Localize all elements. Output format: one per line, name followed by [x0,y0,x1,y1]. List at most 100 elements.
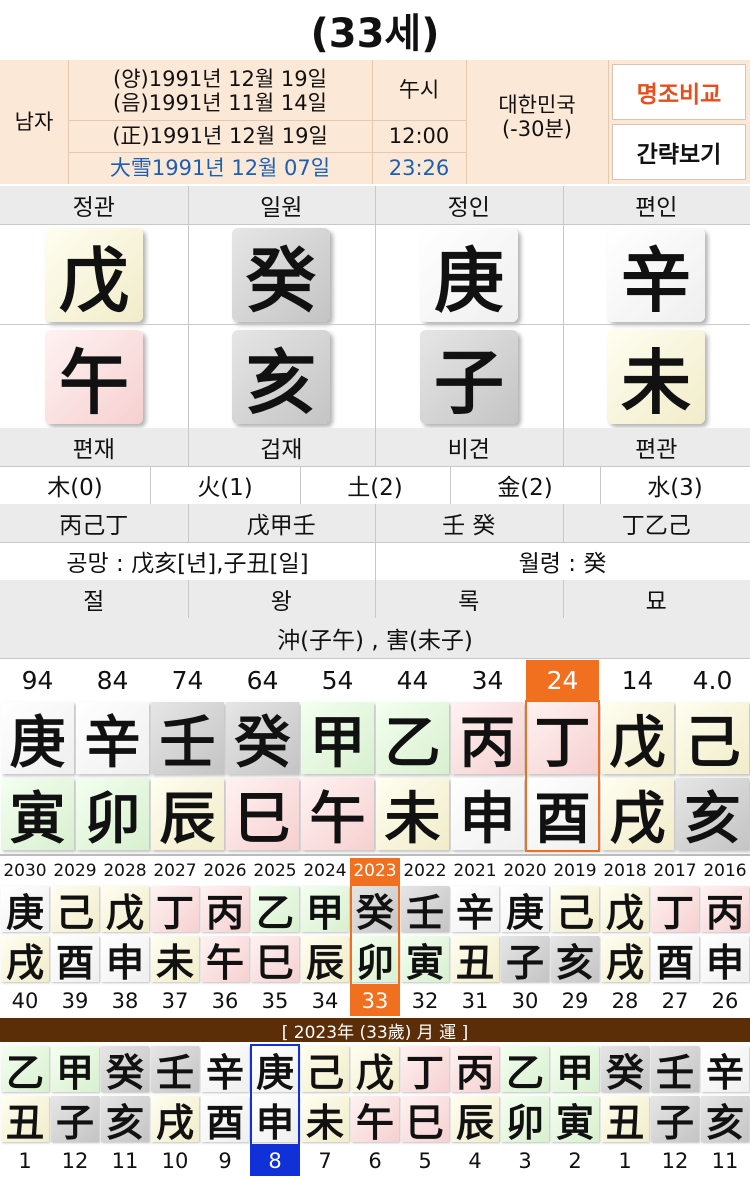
daeun-branch[interactable]: 未 [376,778,449,852]
wolun-stem[interactable]: 癸 [101,1046,149,1095]
seun-branch[interactable]: 午 [201,936,249,985]
daeun-stem[interactable]: 辛 [76,702,149,776]
seun-year[interactable]: 2023 [350,858,400,884]
stem-tile[interactable]: 辛 [607,228,705,322]
wolun-stem[interactable]: 壬 [651,1046,699,1095]
wolun-stem[interactable]: 壬 [151,1046,199,1095]
seun-branch[interactable]: 酉 [651,936,699,985]
seun-stem[interactable]: 丙 [201,886,249,935]
wolun-month[interactable]: 3 [500,1146,550,1176]
compare-button[interactable]: 명조비교 [612,64,746,120]
daeun-age[interactable]: 44 [376,660,449,700]
daeun-stem[interactable]: 壬 [151,702,224,776]
seun-year[interactable]: 2030 [0,858,50,884]
stem-tile[interactable]: 癸 [232,228,330,322]
seun-stem[interactable]: 己 [51,886,99,935]
seun-age[interactable]: 31 [450,986,500,1016]
daeun-branch[interactable]: 巳 [226,778,299,852]
wolun-branch[interactable]: 亥 [101,1096,149,1145]
seun-stem[interactable]: 甲 [301,886,349,935]
wolun-stem[interactable]: 丙 [451,1046,499,1095]
seun-branch[interactable]: 未 [151,936,199,985]
wolun-month[interactable]: 1 [600,1146,650,1176]
daeun-branch[interactable]: 戌 [601,778,674,852]
stem-tile[interactable]: 戊 [45,228,143,322]
wolun-branch[interactable]: 未 [301,1096,349,1145]
daeun-age[interactable]: 94 [1,660,74,700]
seun-age[interactable]: 32 [400,986,450,1016]
branch-tile[interactable]: 午 [45,330,143,424]
daeun-branch[interactable]: 午 [301,778,374,852]
seun-year[interactable]: 2020 [500,858,550,884]
daeun-age[interactable]: 54 [301,660,374,700]
seun-branch[interactable]: 巳 [251,936,299,985]
wolun-branch[interactable]: 丑 [1,1096,49,1145]
daeun-age[interactable]: 34 [451,660,524,700]
seun-stem[interactable]: 癸 [351,886,399,935]
seun-age[interactable]: 27 [650,986,700,1016]
seun-age[interactable]: 35 [250,986,300,1016]
stem-tile[interactable]: 庚 [420,228,518,322]
seun-branch[interactable]: 申 [701,936,749,985]
wolun-branch[interactable]: 巳 [401,1096,449,1145]
wolun-stem[interactable]: 甲 [51,1046,99,1095]
wolun-branch[interactable]: 午 [351,1096,399,1145]
wolun-stem[interactable]: 癸 [601,1046,649,1095]
wolun-stem[interactable]: 辛 [201,1046,249,1095]
seun-year[interactable]: 2027 [150,858,200,884]
wolun-stem[interactable]: 己 [301,1046,349,1095]
wolun-month[interactable]: 8 [250,1146,300,1176]
wolun-branch[interactable]: 卯 [501,1096,549,1145]
seun-year[interactable]: 2024 [300,858,350,884]
wolun-month[interactable]: 5 [400,1146,450,1176]
seun-age[interactable]: 36 [200,986,250,1016]
seun-age[interactable]: 37 [150,986,200,1016]
seun-stem[interactable]: 丁 [151,886,199,935]
wolun-month[interactable]: 9 [200,1146,250,1176]
seun-branch[interactable]: 辰 [301,936,349,985]
seun-year[interactable]: 2021 [450,858,500,884]
seun-branch[interactable]: 亥 [551,936,599,985]
wolun-branch[interactable]: 丑 [601,1096,649,1145]
seun-year[interactable]: 2018 [600,858,650,884]
seun-year[interactable]: 2016 [700,858,750,884]
seun-stem[interactable]: 辛 [451,886,499,935]
wolun-branch[interactable]: 子 [651,1096,699,1145]
seun-age[interactable]: 30 [500,986,550,1016]
wolun-month[interactable]: 11 [700,1146,750,1176]
wolun-month[interactable]: 12 [50,1146,100,1176]
wolun-stem[interactable]: 甲 [551,1046,599,1095]
daeun-stem[interactable]: 己 [676,702,749,776]
seun-age[interactable]: 28 [600,986,650,1016]
seun-stem[interactable]: 戊 [101,886,149,935]
seun-age[interactable]: 38 [100,986,150,1016]
seun-year[interactable]: 2022 [400,858,450,884]
seun-age[interactable]: 26 [700,986,750,1016]
seun-year[interactable]: 2017 [650,858,700,884]
wolun-month[interactable]: 4 [450,1146,500,1176]
seun-stem[interactable]: 乙 [251,886,299,935]
daeun-stem[interactable]: 甲 [301,702,374,776]
branch-tile[interactable]: 子 [420,330,518,424]
daeun-age[interactable]: 64 [226,660,299,700]
seun-age[interactable]: 33 [350,986,400,1016]
seun-age[interactable]: 29 [550,986,600,1016]
seun-branch[interactable]: 丑 [451,936,499,985]
daeun-stem[interactable]: 癸 [226,702,299,776]
daeun-stem[interactable]: 乙 [376,702,449,776]
seun-stem[interactable]: 丙 [701,886,749,935]
daeun-stem[interactable]: 庚 [1,702,74,776]
branch-tile[interactable]: 亥 [232,330,330,424]
wolun-month[interactable]: 7 [300,1146,350,1176]
daeun-age[interactable]: 4.0 [676,660,749,700]
wolun-month[interactable]: 6 [350,1146,400,1176]
daeun-branch[interactable]: 酉 [526,778,599,852]
wolun-branch[interactable]: 寅 [551,1096,599,1145]
seun-branch[interactable]: 戌 [601,936,649,985]
daeun-stem[interactable]: 丙 [451,702,524,776]
branch-tile[interactable]: 未 [607,330,705,424]
daeun-stem[interactable]: 丁 [526,702,599,776]
seun-branch[interactable]: 子 [501,936,549,985]
seun-stem[interactable]: 壬 [401,886,449,935]
wolun-stem[interactable]: 丁 [401,1046,449,1095]
